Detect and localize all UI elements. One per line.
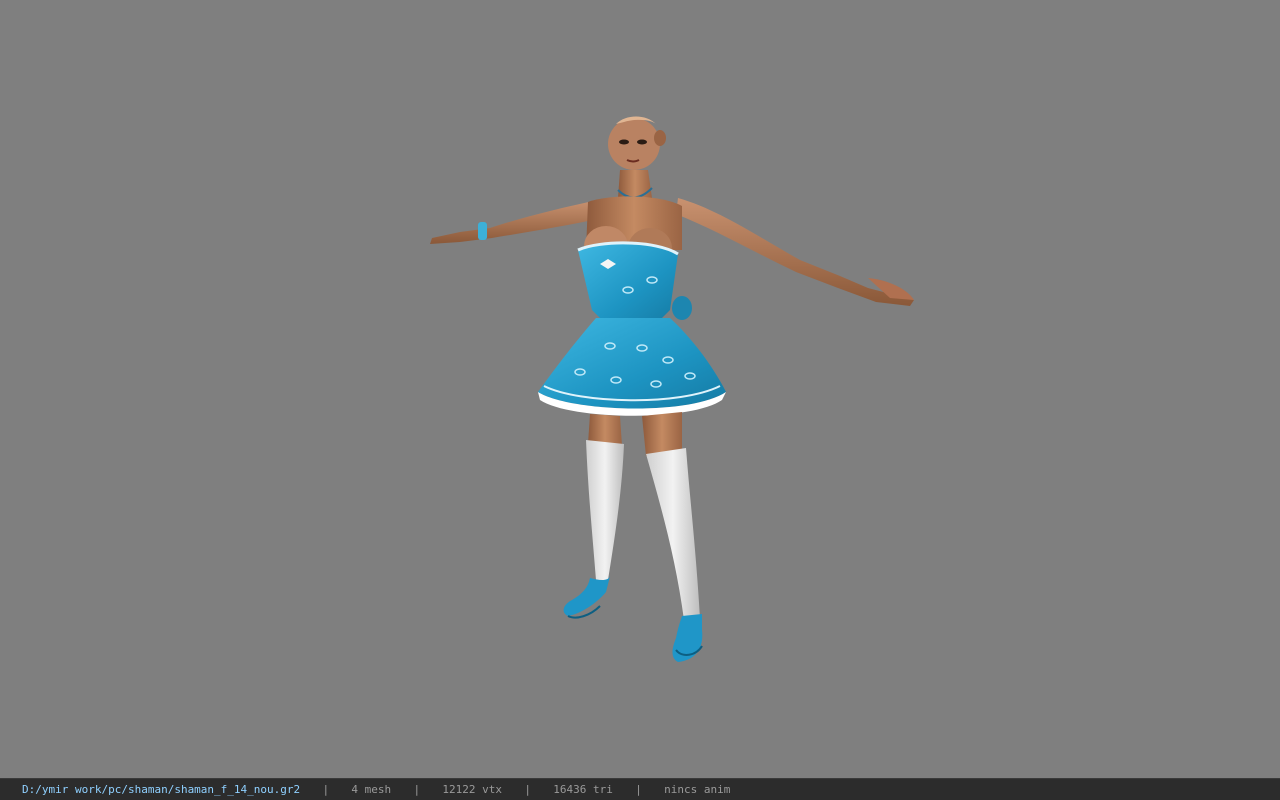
3d-viewport[interactable] xyxy=(0,0,1280,778)
file-path: D:/ymir work/pc/shaman/shaman_f_14_nou.g… xyxy=(22,783,301,796)
separator: | xyxy=(635,783,642,796)
separator: | xyxy=(322,783,330,796)
right-arm xyxy=(676,198,914,306)
animation-status: nincs anim xyxy=(664,783,731,796)
separator: | xyxy=(524,783,531,796)
character-model xyxy=(430,116,914,662)
left-shoe xyxy=(563,576,610,616)
right-stocking xyxy=(646,448,700,620)
vertex-count: 12122 vtx xyxy=(442,783,503,796)
dress-skirt xyxy=(538,318,726,409)
mesh-count: 4 mesh xyxy=(351,783,392,796)
left-arm xyxy=(430,200,602,244)
dress-bodice xyxy=(578,242,678,324)
triangle-count: 16436 tri xyxy=(553,783,613,796)
bracelet xyxy=(478,222,487,240)
separator: | xyxy=(413,783,421,796)
status-bar: D:/ymir work/pc/shaman/shaman_f_14_nou.g… xyxy=(0,778,1280,800)
left-stocking xyxy=(586,440,624,580)
